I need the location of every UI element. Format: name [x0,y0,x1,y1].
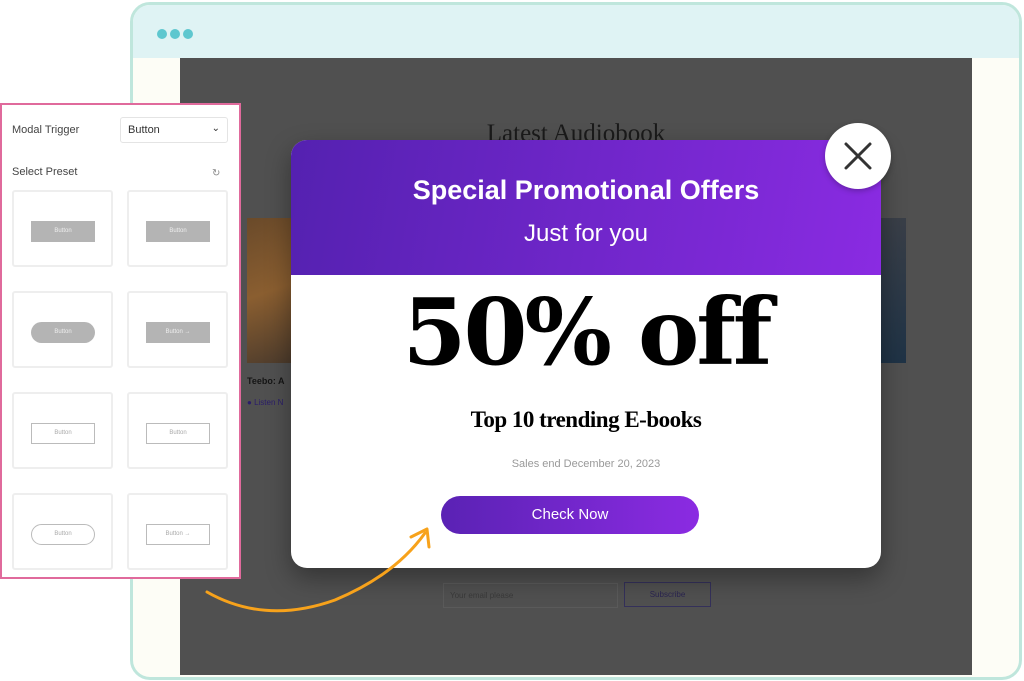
preset-option[interactable]: Button → [127,291,228,368]
preset-option[interactable]: Button [12,190,113,267]
subscribe-button[interactable]: Subscribe [624,582,711,607]
modal-trigger-label: Modal Trigger [12,124,80,136]
window-dot [183,29,193,39]
select-preset-label: Select Preset [12,166,78,178]
preset-option[interactable]: Button [12,392,113,469]
curved-arrow-icon [205,527,431,613]
promo-modal: Special Promotional Offers Just for you … [291,140,881,568]
listen-label: Listen N [254,398,284,407]
close-icon [844,142,872,170]
check-now-button[interactable]: Check Now [441,496,699,534]
preset-option[interactable]: Button [127,190,228,267]
preset-button: Button [31,221,95,242]
preset-option[interactable]: Button [127,392,228,469]
preset-option[interactable]: Button [12,291,113,368]
book-cover-image [247,218,297,363]
modal-subtitle: Just for you [523,220,649,247]
preset-button: Button [31,423,95,444]
modal-title: Special Promotional Offers [412,175,760,205]
email-input[interactable]: Your email please [443,583,618,608]
close-button[interactable] [825,123,891,189]
modal-header: Special Promotional Offers Just for you [291,140,881,275]
preset-button: Button [31,322,95,343]
browser-titlebar [133,5,1019,58]
window-dot [170,29,180,39]
chevron-down-icon: ⌄ [211,123,220,134]
sale-end-text: Sales end December 20, 2023 [511,458,661,470]
preset-button: Button [146,221,210,242]
modal-trigger-select[interactable]: Button ⌄ [120,117,228,143]
tagline: Top 10 trending E-books [470,407,702,432]
preset-option[interactable]: Button [12,493,113,570]
settings-panel: Modal Trigger Button ⌄ Select Preset ↻ B… [0,103,241,579]
reset-icon[interactable]: ↻ [212,168,220,179]
listen-link[interactable]: ● Listen N [247,398,283,407]
book-cover-image [880,218,906,363]
book-title: Teebo: A [247,376,285,386]
preset-button: Button [146,423,210,444]
select-value: Button [128,124,160,136]
discount-headline: 50% off [402,278,773,386]
preset-button: Button → [146,322,210,343]
preset-button: Button [31,524,95,545]
window-dot [157,29,167,39]
